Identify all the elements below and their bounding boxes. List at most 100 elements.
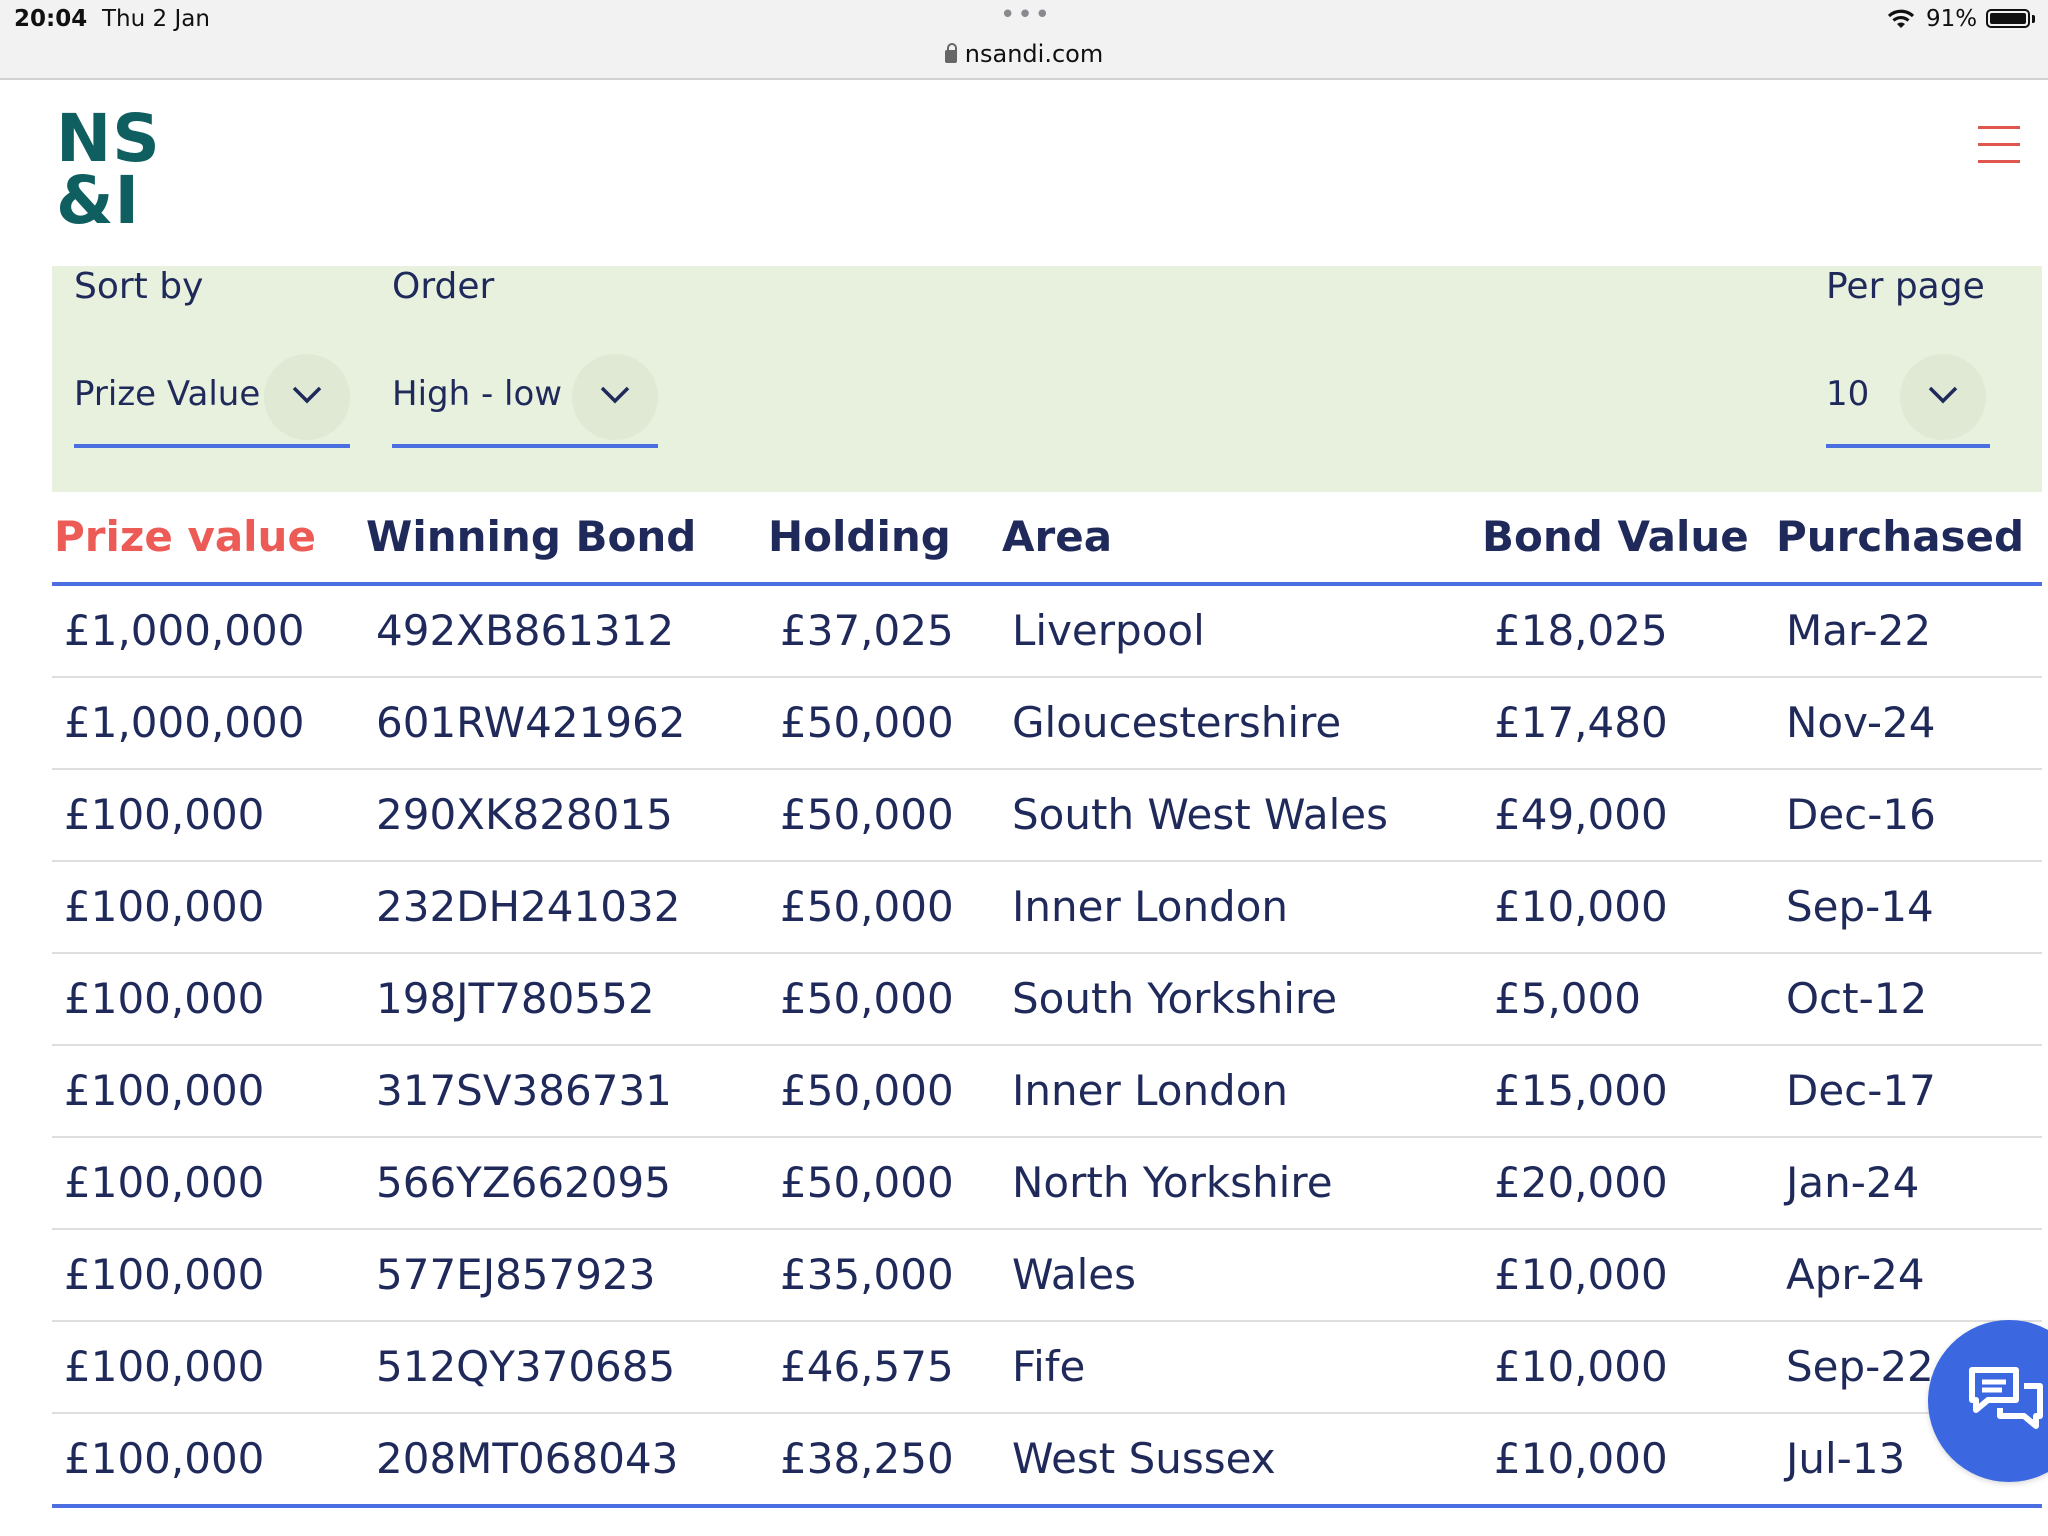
cell-area: Wales xyxy=(1012,1250,1136,1299)
sort-by-label: Sort by xyxy=(74,266,204,307)
table-row: £100,000 577EJ857923 £35,000 Wales £10,000 Ap… xyxy=(52,1230,2042,1322)
table-body: £1,000,000 492XB861312 £37,025 Liverpool £18… xyxy=(52,586,2042,1508)
cell-prize-value: £100,000 xyxy=(64,1250,265,1299)
cell-purchased: Jan-24 xyxy=(1786,1158,1920,1207)
cell-purchased: Sep-14 xyxy=(1786,882,1934,931)
cell-bond-value: £10,000 xyxy=(1494,882,1668,931)
sort-by-select[interactable]: Prize Value xyxy=(74,354,350,448)
status-bar: 20:04 Thu 2 Jan ••• nsandi.com 91% xyxy=(0,0,2048,80)
cell-bond-value: £17,480 xyxy=(1494,698,1668,747)
cell-holding: £50,000 xyxy=(780,790,954,839)
table-row: £100,000 290XK828015 £50,000 South West Wal… xyxy=(52,770,2042,862)
status-date: Thu 2 Jan xyxy=(102,6,210,32)
chevron-down-icon[interactable] xyxy=(1900,354,1986,440)
winners-table: Prize value Winning Bond Holding Area Bo… xyxy=(52,492,2042,1508)
cell-bond-value: £10,000 xyxy=(1494,1342,1668,1391)
cell-prize-value: £1,000,000 xyxy=(64,606,305,655)
cell-prize-value: £100,000 xyxy=(64,1158,265,1207)
cell-area: Fife xyxy=(1012,1342,1086,1391)
chevron-down-icon[interactable] xyxy=(572,354,658,440)
cell-prize-value: £100,000 xyxy=(64,1066,265,1115)
cell-area: South Yorkshire xyxy=(1012,974,1338,1023)
cell-holding: £46,575 xyxy=(780,1342,954,1391)
cell-winning-bond: 577EJ857923 xyxy=(376,1250,656,1299)
cell-prize-value: £100,000 xyxy=(64,1434,265,1483)
filter-panel: Sort by Order Per page Prize Value High … xyxy=(52,266,2042,492)
table-row: £1,000,000 492XB861312 £37,025 Liverpool £18… xyxy=(52,586,2042,678)
cell-holding: £50,000 xyxy=(780,882,954,931)
cell-bond-value: £20,000 xyxy=(1494,1158,1668,1207)
cell-bond-value: £15,000 xyxy=(1494,1066,1668,1115)
battery-percent: 91% xyxy=(1926,6,1978,32)
column-header-area[interactable]: Area xyxy=(1002,512,1112,561)
cell-prize-value: £1,000,000 xyxy=(64,698,305,747)
order-value: High - low xyxy=(392,374,563,414)
order-label: Order xyxy=(392,266,495,307)
cell-purchased: Dec-17 xyxy=(1786,1066,1936,1115)
table-row: £100,000 512QY370685 £46,575 Fife £10,000 Sep… xyxy=(52,1322,2042,1414)
cell-holding: £50,000 xyxy=(780,974,954,1023)
cell-prize-value: £100,000 xyxy=(64,974,265,1023)
chat-bubbles-icon xyxy=(1969,1367,2043,1429)
cell-area: Gloucestershire xyxy=(1012,698,1342,747)
cell-winning-bond: 566YZ662095 xyxy=(376,1158,671,1207)
cell-winning-bond: 232DH241032 xyxy=(376,882,681,931)
per-page-select[interactable]: 10 xyxy=(1826,354,1990,448)
cell-winning-bond: 512QY370685 xyxy=(376,1342,676,1391)
cell-purchased: Sep-22 xyxy=(1786,1342,1934,1391)
logo-line-1: NS xyxy=(56,100,161,177)
cell-area: Inner London xyxy=(1012,1066,1289,1115)
table-row: £1,000,000 601RW421962 £50,000 Gloucestersh… xyxy=(52,678,2042,770)
cell-winning-bond: 198JT780552 xyxy=(376,974,655,1023)
cell-bond-value: £49,000 xyxy=(1494,790,1668,839)
column-header-winning-bond[interactable]: Winning Bond xyxy=(366,512,696,561)
table-row: £100,000 208MT068043 £38,250 West Sussex £10… xyxy=(52,1414,2042,1508)
cell-area: North Yorkshire xyxy=(1012,1158,1333,1207)
cell-bond-value: £10,000 xyxy=(1494,1434,1668,1483)
cell-prize-value: £100,000 xyxy=(64,790,265,839)
cell-area: Inner London xyxy=(1012,882,1289,931)
cell-purchased: Jul-13 xyxy=(1786,1434,1906,1483)
cell-prize-value: £100,000 xyxy=(64,882,265,931)
sort-by-value: Prize Value xyxy=(74,374,261,414)
cell-winning-bond: 317SV386731 xyxy=(376,1066,672,1115)
address-bar[interactable]: nsandi.com xyxy=(0,40,2048,68)
cell-holding: £50,000 xyxy=(780,1158,954,1207)
column-header-purchased[interactable]: Purchased xyxy=(1776,512,2024,561)
table-header: Prize value Winning Bond Holding Area Bo… xyxy=(52,492,2042,586)
cell-holding: £38,250 xyxy=(780,1434,954,1483)
column-header-bond-value[interactable]: Bond Value xyxy=(1482,512,1749,561)
multitasking-dots-icon[interactable]: ••• xyxy=(1000,0,1052,30)
cell-bond-value: £5,000 xyxy=(1494,974,1641,1023)
url-text: nsandi.com xyxy=(964,40,1104,68)
per-page-label: Per page xyxy=(1826,266,1985,307)
cell-purchased: Dec-16 xyxy=(1786,790,1936,839)
cell-prize-value: £100,000 xyxy=(64,1342,265,1391)
cell-purchased: Apr-24 xyxy=(1786,1250,1925,1299)
battery-icon xyxy=(1986,9,2030,28)
cell-purchased: Nov-24 xyxy=(1786,698,1936,747)
hamburger-menu-icon[interactable] xyxy=(1978,126,2020,164)
cell-holding: £50,000 xyxy=(780,1066,954,1115)
cell-winning-bond: 290XK828015 xyxy=(376,790,673,839)
column-header-prize-value[interactable]: Prize value xyxy=(54,512,316,561)
cell-area: West Sussex xyxy=(1012,1434,1276,1483)
cell-holding: £35,000 xyxy=(780,1250,954,1299)
cell-winning-bond: 601RW421962 xyxy=(376,698,686,747)
cell-area: Liverpool xyxy=(1012,606,1205,655)
table-row: £100,000 198JT780552 £50,000 South Yorkshir… xyxy=(52,954,2042,1046)
cell-purchased: Mar-22 xyxy=(1786,606,1932,655)
table-row: £100,000 317SV386731 £50,000 Inner London £1… xyxy=(52,1046,2042,1138)
cell-bond-value: £10,000 xyxy=(1494,1250,1668,1299)
order-select[interactable]: High - low xyxy=(392,354,658,448)
cell-holding: £50,000 xyxy=(780,698,954,747)
cell-winning-bond: 208MT068043 xyxy=(376,1434,679,1483)
cell-purchased: Oct-12 xyxy=(1786,974,1928,1023)
table-row: £100,000 232DH241032 £50,000 Inner London £1… xyxy=(52,862,2042,954)
cell-area: South West Wales xyxy=(1012,790,1388,839)
column-header-holding[interactable]: Holding xyxy=(768,512,951,561)
nsandi-logo[interactable]: NS &I xyxy=(56,100,161,234)
chevron-down-icon[interactable] xyxy=(264,354,350,440)
cell-holding: £37,025 xyxy=(780,606,954,655)
battery-cap xyxy=(2032,15,2035,23)
